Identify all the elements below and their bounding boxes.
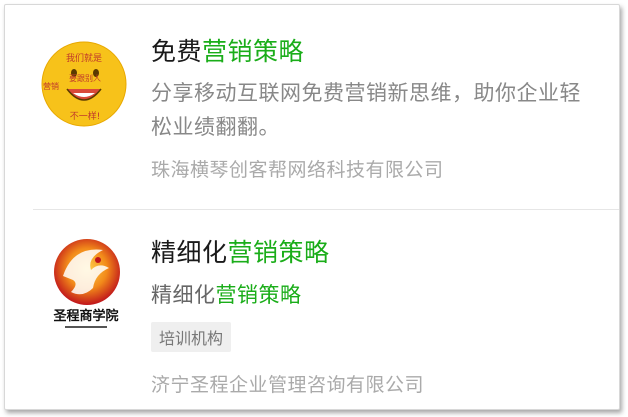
svg-text:圣程商学院: 圣程商学院: [53, 308, 118, 324]
svg-text:不一样!: 不一样!: [70, 110, 101, 122]
svg-text:要跟别人: 要跟别人: [69, 74, 101, 83]
result-company: 珠海横琴创客帮网络科技有限公司: [151, 159, 444, 181]
phoenix-logo-icon: 圣程商学院: [53, 239, 120, 328]
result-title[interactable]: 精细化营销策略: [151, 233, 330, 269]
result-item-free-marketing[interactable]: 我们就是 要跟别人 营销 不一样! 免费营销策略 分享移动互联网免费营销新思维，…: [5, 5, 619, 209]
search-results-card: 我们就是 要跟别人 营销 不一样! 免费营销策略 分享移动互联网免费营销新思维，…: [4, 4, 620, 410]
result-description: 分享移动互联网免费营销新思维，助你企业轻松业绩翻翻。: [151, 81, 581, 139]
smiley-face-logo-icon: 我们就是 要跟别人 营销 不一样!: [41, 41, 127, 127]
result-item-refined-marketing[interactable]: 圣程商学院 精细化营销策略 精细化营销策略 培训机构 济宁圣程企业管理咨询有限公…: [5, 210, 619, 409]
category-tag: 培训机构: [151, 322, 232, 352]
svg-text:营销: 营销: [43, 81, 59, 91]
result-title[interactable]: 免费营销策略: [151, 32, 304, 68]
result-company: 济宁圣程企业管理咨询有限公司: [151, 374, 425, 396]
result-description: 精细化营销策略: [151, 283, 302, 307]
svg-text:我们就是: 我们就是: [66, 52, 102, 64]
